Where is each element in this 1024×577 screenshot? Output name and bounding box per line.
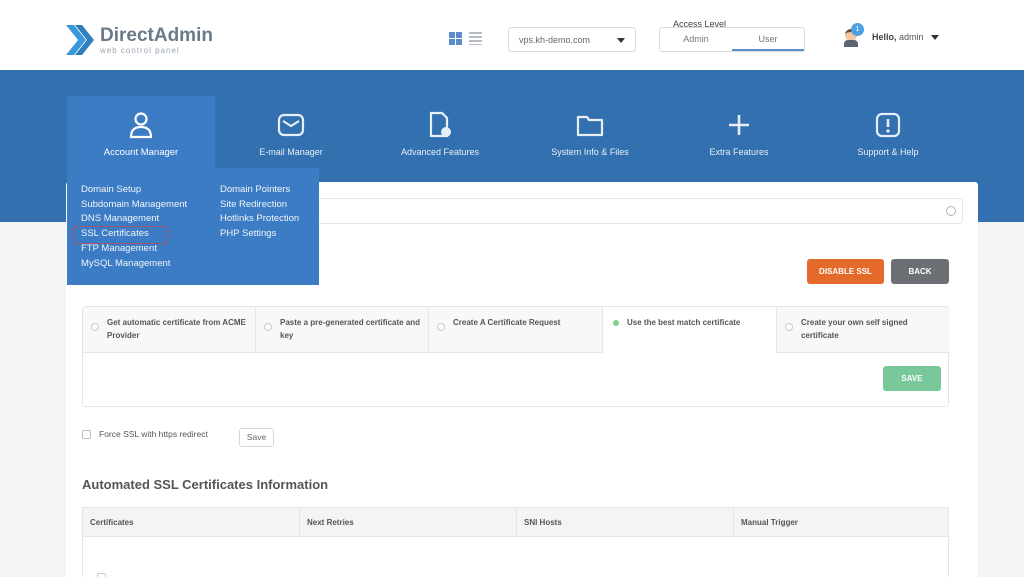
radio-icon[interactable] xyxy=(264,323,272,331)
radio-icon[interactable] xyxy=(785,323,793,331)
user-greeting: Hello, admin xyxy=(872,32,924,42)
option-label: Create your own self signed certificate xyxy=(801,318,908,340)
greeting-prefix: Hello, xyxy=(872,32,897,42)
menu-item-dns-management[interactable]: DNS Management xyxy=(81,213,187,225)
menu-item-hotlinks-protection[interactable]: Hotlinks Protection xyxy=(220,213,299,225)
nav-advanced-features[interactable]: Advanced Features xyxy=(366,96,514,168)
nav-label: E-mail Manager xyxy=(259,147,323,157)
back-button[interactable]: BACK xyxy=(891,259,949,284)
option-label: Use the best match certificate xyxy=(627,318,741,327)
certificate-options: Get automatic certificate from ACME Prov… xyxy=(82,306,950,407)
grid-view-icon[interactable] xyxy=(449,32,462,45)
menu-item-mysql-management[interactable]: MySQL Management xyxy=(81,258,187,270)
nav-account-manager[interactable]: Account Manager xyxy=(67,96,215,168)
user-icon xyxy=(129,112,153,139)
radio-icon[interactable] xyxy=(91,323,99,331)
option-self-signed[interactable]: Create your own self signed certificate xyxy=(777,307,950,353)
option-label: Get automatic certificate from ACME Prov… xyxy=(107,318,246,340)
option-best-match[interactable]: Use the best match certificate xyxy=(603,307,777,353)
option-create-request[interactable]: Create A Certificate Request xyxy=(429,307,603,353)
breadcrumb-bar xyxy=(252,198,963,224)
help-icon[interactable] xyxy=(946,206,956,216)
menu-item-domain-setup[interactable]: Domain Setup xyxy=(81,184,187,196)
table-header: Certificates Next Retries SNI Hosts Manu… xyxy=(83,508,948,537)
top-header: DirectAdmin web control panel vps.kh-dem… xyxy=(0,0,1024,70)
server-select[interactable]: vps.kh-demo.com xyxy=(508,27,636,52)
menu-item-php-settings[interactable]: PHP Settings xyxy=(220,228,299,240)
account-manager-dropdown: Domain Setup Subdomain Management DNS Ma… xyxy=(67,168,319,285)
username: admin xyxy=(899,32,924,42)
nav-extra-features[interactable]: Extra Features xyxy=(665,96,813,168)
option-acme[interactable]: Get automatic certificate from ACME Prov… xyxy=(83,307,256,353)
chevron-down-icon xyxy=(617,38,625,43)
logo-name: DirectAdmin xyxy=(100,24,213,46)
list-view-icon[interactable] xyxy=(469,32,482,45)
directadmin-logo[interactable]: DirectAdmin web control panel xyxy=(66,25,213,55)
column-manual-trigger[interactable]: Manual Trigger xyxy=(734,508,948,536)
notification-badge[interactable]: 1 xyxy=(851,23,864,36)
radio-icon[interactable] xyxy=(437,323,445,331)
nav-label: Support & Help xyxy=(857,147,919,157)
force-ssl-row: Force SSL with https redirect xyxy=(82,429,208,439)
automated-ssl-title: Automated SSL Certificates Information xyxy=(82,477,329,492)
logo-tagline: web control panel xyxy=(100,45,180,55)
nav-system-info[interactable]: System Info & Files xyxy=(516,96,664,168)
folder-icon xyxy=(576,115,604,137)
option-paste-cert[interactable]: Paste a pre-generated certificate and ke… xyxy=(256,307,429,353)
option-label: Paste a pre-generated certificate and ke… xyxy=(280,318,421,340)
automated-ssl-table: Certificates Next Retries SNI Hosts Manu… xyxy=(82,507,949,577)
menu-item-site-redirection[interactable]: Site Redirection xyxy=(220,199,299,211)
nav-label: System Info & Files xyxy=(551,147,629,157)
ssl-certificates-highlight xyxy=(73,226,167,244)
access-user-option[interactable]: User xyxy=(732,28,804,51)
nav-label: Extra Features xyxy=(709,147,769,157)
access-admin-option[interactable]: Admin xyxy=(660,28,732,51)
logo-chevron-icon xyxy=(66,25,94,55)
mail-icon xyxy=(277,113,305,137)
document-gear-icon xyxy=(429,111,451,138)
nav-email-manager[interactable]: E-mail Manager xyxy=(217,96,365,168)
alert-icon xyxy=(875,112,901,138)
menu-item-domain-pointers[interactable]: Domain Pointers xyxy=(220,184,299,196)
menu-item-subdomain-management[interactable]: Subdomain Management xyxy=(81,199,187,211)
chevron-down-icon xyxy=(930,34,939,40)
force-ssl-label: Force SSL with https redirect xyxy=(99,429,208,439)
server-select-value: vps.kh-demo.com xyxy=(519,35,591,45)
menu-item-ftp-management[interactable]: FTP Management xyxy=(81,243,187,255)
access-level-toggle: Admin User xyxy=(659,27,805,52)
save-button[interactable]: SAVE xyxy=(883,366,941,391)
nav-label: Account Manager xyxy=(103,147,179,158)
force-ssl-save-button[interactable]: Save xyxy=(239,428,274,447)
plus-icon xyxy=(729,115,749,135)
disable-ssl-button[interactable]: DISABLE SSL xyxy=(807,259,884,284)
nav-support-help[interactable]: Support & Help xyxy=(814,96,962,168)
column-certificates[interactable]: Certificates xyxy=(83,508,300,536)
nav-label: Advanced Features xyxy=(400,147,480,157)
column-next-retries[interactable]: Next Retries xyxy=(300,508,517,536)
force-ssl-checkbox[interactable] xyxy=(82,429,91,439)
option-label: Create A Certificate Request xyxy=(453,318,561,327)
row-checkbox[interactable] xyxy=(97,573,106,577)
radio-selected-icon[interactable] xyxy=(613,320,619,326)
column-sni-hosts[interactable]: SNI Hosts xyxy=(517,508,734,536)
